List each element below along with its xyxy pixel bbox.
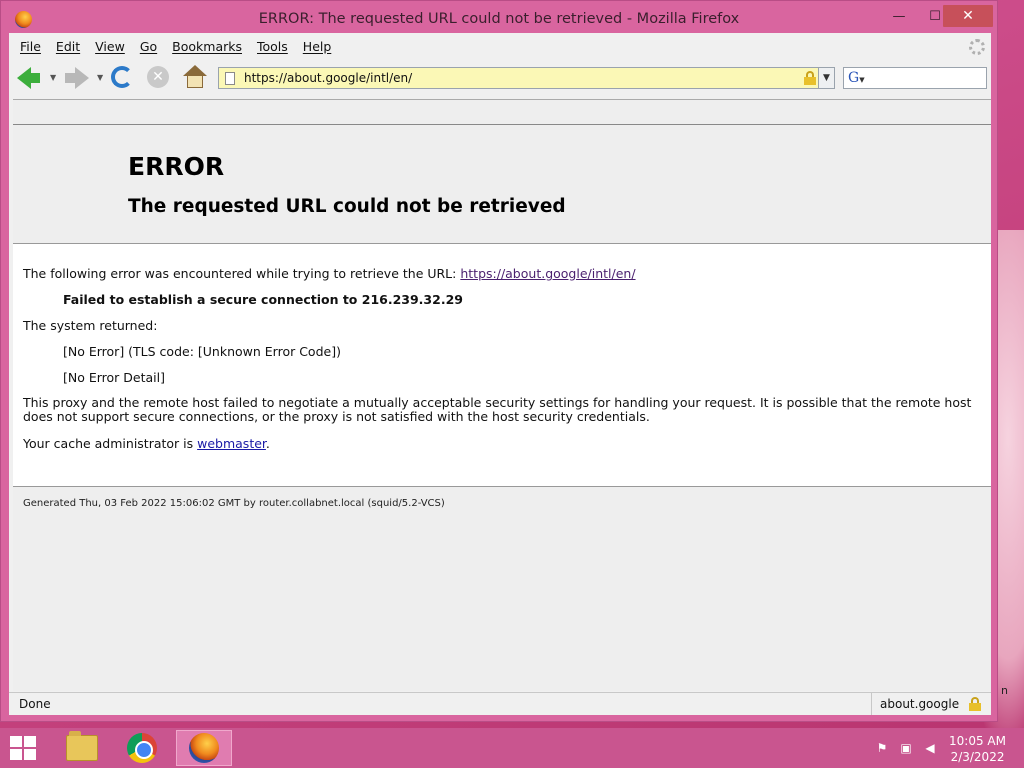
forward-icon[interactable] — [65, 67, 89, 89]
clock-date: 2/3/2022 — [950, 750, 1005, 764]
status-host-panel[interactable]: about.google — [871, 693, 991, 715]
back-history-dropdown-icon[interactable]: ▼ — [50, 73, 56, 82]
network-icon[interactable]: ▣ — [898, 741, 914, 755]
minimize-button[interactable]: — — [885, 5, 913, 27]
explanation-paragraph: This proxy and the remote host failed to… — [23, 395, 972, 424]
stop-icon[interactable]: ✕ — [147, 66, 169, 88]
taskbar-file-explorer[interactable] — [54, 730, 110, 766]
back-icon[interactable] — [17, 67, 40, 89]
url-history-dropdown-icon[interactable]: ▼ — [818, 68, 834, 88]
menu-edit[interactable]: Edit — [56, 39, 80, 54]
forward-history-dropdown-icon[interactable]: ▼ — [97, 73, 103, 82]
error-code-line: [No Error] (TLS code: [Unknown Error Cod… — [63, 344, 341, 359]
browser-client-area: File Edit View Go Bookmarks Tools Help ▼… — [9, 33, 991, 715]
volume-muted-icon[interactable]: ◀ — [922, 741, 938, 755]
intro-text: The following error was encountered whil… — [23, 266, 461, 281]
folder-icon — [66, 731, 98, 761]
error-intro: The following error was encountered whil… — [23, 266, 636, 281]
windows-start-icon[interactable] — [10, 736, 38, 760]
error-detail-line: [No Error Detail] — [63, 370, 165, 385]
flag-icon[interactable]: ⚑ — [874, 741, 890, 755]
page-icon — [225, 72, 235, 85]
window-title: ERROR: The requested URL could not be re… — [258, 11, 740, 27]
status-bar: Done about.google — [9, 692, 991, 715]
throbber-icon — [969, 39, 985, 55]
requested-url-link[interactable]: https://about.google/intl/en/ — [460, 266, 635, 281]
desktop-edge-text: n — [1001, 684, 1008, 697]
page-content: ERROR The requested URL could not be ret… — [13, 99, 991, 691]
firefox-window: ERROR: The requested URL could not be re… — [0, 0, 998, 722]
title-bar[interactable]: ERROR: The requested URL could not be re… — [1, 1, 997, 37]
navigation-toolbar: ▼ ▼ ✕ https://about.google/intl/en/ ▼ G▼ — [9, 59, 991, 95]
firefox-icon — [189, 733, 219, 763]
lock-icon[interactable] — [804, 71, 816, 85]
google-search-icon[interactable]: G▼ — [848, 70, 865, 86]
menu-file[interactable]: File — [20, 39, 41, 54]
close-button[interactable]: ✕ — [943, 5, 993, 27]
menu-go[interactable]: Go — [140, 39, 157, 54]
admin-end: . — [265, 436, 270, 451]
admin-text: Your cache administrator is — [23, 436, 198, 451]
search-bar[interactable]: G▼ — [843, 67, 987, 89]
system-clock[interactable]: 10:05 AM 2/3/2022 — [949, 733, 1006, 765]
home-icon[interactable] — [183, 65, 207, 89]
error-details: The following error was encountered whil… — [13, 243, 991, 487]
failure-message: Failed to establish a secure connection … — [63, 292, 463, 307]
taskbar-firefox[interactable] — [176, 730, 232, 766]
menu-bookmarks[interactable]: Bookmarks — [172, 39, 242, 54]
taskbar: ⚑ ▣ ◀ 10:05 AM 2/3/2022 — [0, 728, 1024, 768]
generated-footer: Generated Thu, 03 Feb 2022 15:06:02 GMT … — [23, 498, 445, 509]
clock-time: 10:05 AM — [949, 734, 1006, 748]
webmaster-link[interactable]: webmaster — [197, 436, 266, 451]
menu-bar: File Edit View Go Bookmarks Tools Help — [9, 33, 991, 59]
admin-line: Your cache administrator is webmaster. — [23, 436, 270, 451]
url-bar[interactable]: https://about.google/intl/en/ ▼ — [218, 67, 835, 89]
menu-tools[interactable]: Tools — [257, 39, 288, 54]
taskbar-chrome[interactable] — [114, 730, 170, 766]
status-host: about.google — [880, 697, 960, 711]
system-returned-label: The system returned: — [23, 318, 158, 333]
chrome-icon — [127, 733, 157, 763]
reload-icon[interactable] — [111, 66, 133, 88]
error-subheading: The requested URL could not be retrieved — [128, 196, 566, 217]
menu-view[interactable]: View — [95, 39, 125, 54]
header-divider — [13, 124, 991, 125]
error-heading: ERROR — [128, 152, 225, 181]
status-text: Done — [19, 697, 51, 711]
lock-icon[interactable] — [969, 697, 981, 711]
url-input[interactable]: https://about.google/intl/en/ — [244, 71, 412, 85]
menu-help[interactable]: Help — [303, 39, 332, 54]
